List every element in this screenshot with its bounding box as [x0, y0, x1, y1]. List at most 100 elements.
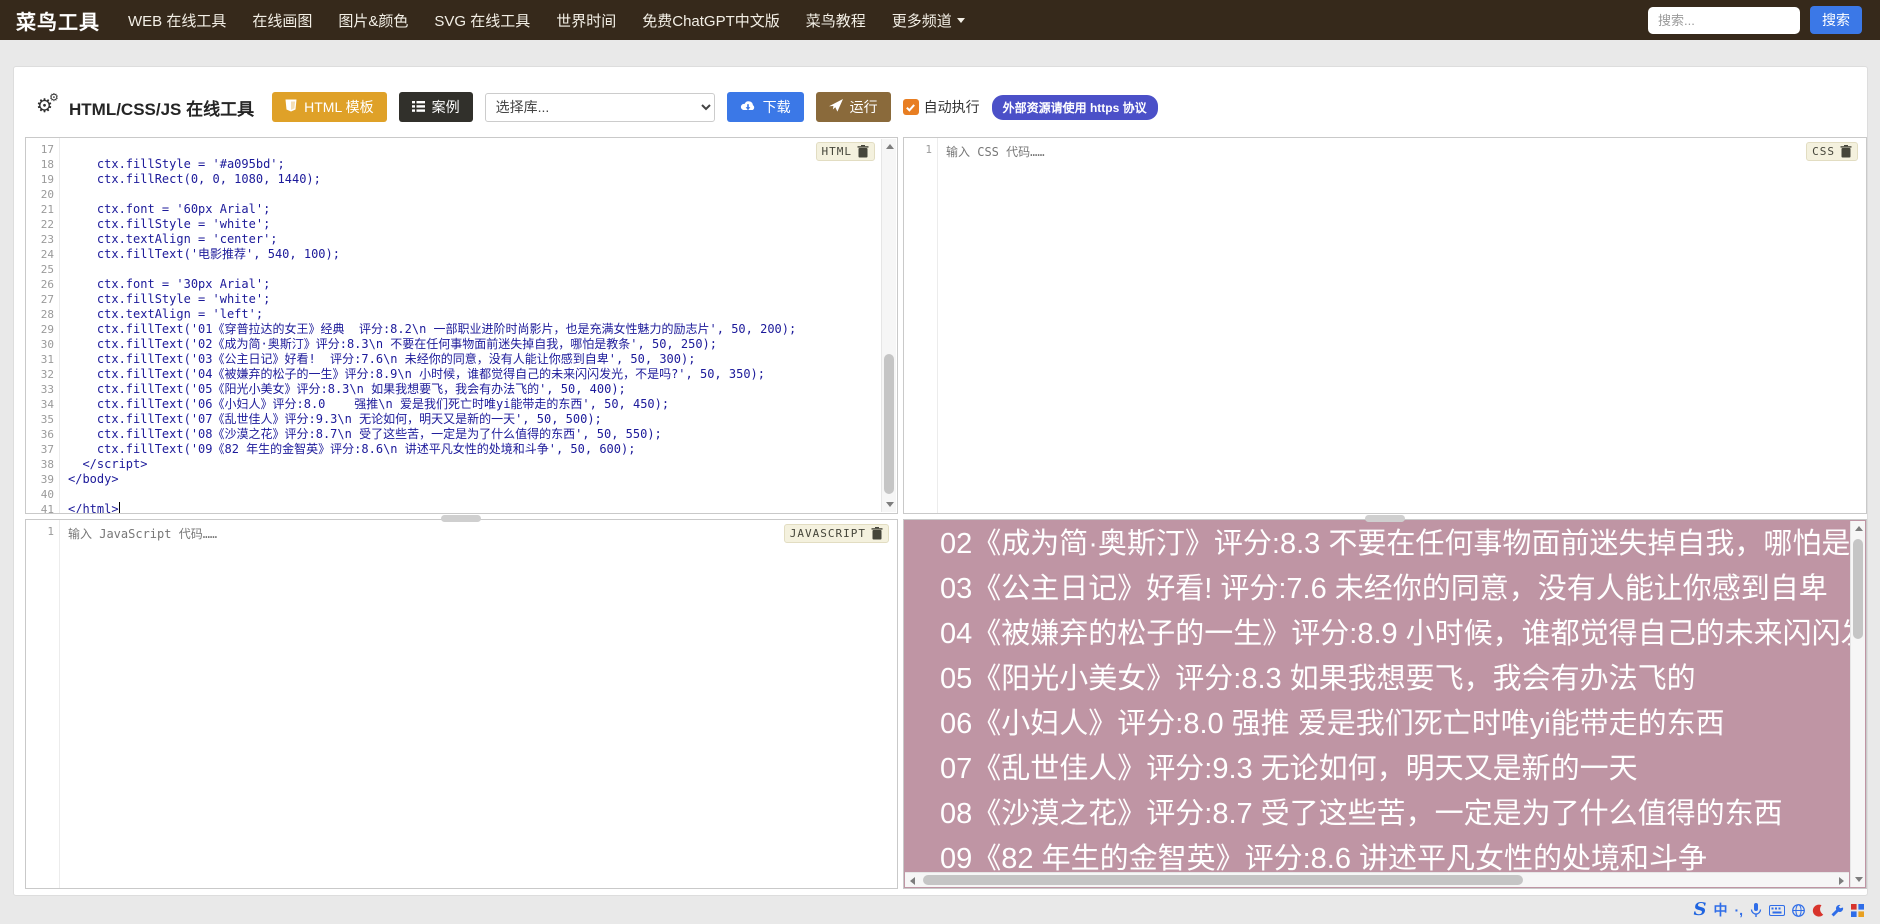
site-logo[interactable]: 菜鸟工具	[16, 6, 100, 35]
auto-run-checkbox[interactable]	[902, 99, 919, 115]
preview-text-line: 08《沙漠之花》评分:8.7 受了这些苦，一定是为了什么值得的东西	[940, 798, 1783, 830]
code-line: ctx.fillText('04《被嫌弃的松子的一生》评分:8.9\n 小时候，…	[68, 367, 765, 381]
nav-menu: WEB 在线工具 在线画图 图片&颜色 SVG 在线工具 世界时间 免费ChatGPT中文…	[128, 10, 1648, 31]
keyboard-icon[interactable]	[1769, 904, 1785, 916]
preview-pane: 02《成为简·奥斯汀》评分:8.3 不要在任何事物面前迷失掉自我，哪怕是教条 03…	[903, 519, 1867, 889]
nav-search: 搜索	[1648, 6, 1862, 34]
ime-punctuation-toggle[interactable]: ·,	[1734, 900, 1743, 920]
search-input[interactable]	[1648, 6, 1800, 34]
scroll-down-arrow[interactable]	[1851, 872, 1866, 887]
scroll-up-arrow[interactable]	[1851, 521, 1866, 536]
js-placeholder: 输入 JavaScript 代码……	[68, 527, 218, 541]
caret-down-icon	[956, 17, 965, 23]
css-placeholder: 输入 CSS 代码……	[946, 145, 1045, 159]
html-pane-chip: HTML	[815, 142, 875, 161]
html-editor-scrollbar[interactable]	[881, 139, 896, 512]
scroll-left-arrow[interactable]	[905, 873, 920, 888]
scrollbar-thumb[interactable]	[884, 354, 894, 494]
nav-item-5[interactable]: 免费ChatGPT中文版	[642, 10, 780, 31]
preview-canvas: 02《成为简·奥斯汀》评分:8.3 不要在任何事物面前迷失掉自我，哪怕是教条 03…	[904, 520, 1850, 872]
trash-icon[interactable]	[1840, 145, 1852, 158]
preview-text-line: 04《被嫌弃的松子的一生》评分:8.9 小时候，谁都觉得自己的未来闪闪发光，不是…	[940, 618, 1850, 650]
preview-text-line: 06《小妇人》评分:8.0 强推 爱是我们死亡时唯yi能带走的东西	[940, 708, 1725, 740]
code-line: ctx.font = '60px Arial';	[68, 202, 271, 216]
ime-language-toggle[interactable]: 中	[1713, 900, 1727, 920]
microphone-icon[interactable]	[1750, 902, 1762, 918]
code-line: ctx.fillText('06《小妇人》评分:8.0 强推\n 爱是我们死亡时…	[68, 397, 670, 411]
toolbar: ⚙ ⚙ HTML/CSS/JS 在线工具 HTML 模板 案例 选择库... 下载	[36, 91, 1158, 123]
https-protocol-badge: 外部资源请使用 https 协议	[991, 94, 1158, 120]
splitter-handle[interactable]	[1365, 515, 1405, 522]
cloud-download-icon	[740, 99, 756, 115]
html-code[interactable]: ctx.fillStyle = '#a095bd'; ctx.fillRect(…	[68, 142, 879, 513]
moon-icon[interactable]	[1812, 904, 1824, 917]
js-pane-label: JAVASCRIPT	[789, 527, 866, 540]
download-button[interactable]: 下载	[726, 92, 804, 122]
scroll-down-arrow[interactable]	[882, 497, 897, 512]
code-line: ctx.textAlign = 'center';	[68, 232, 278, 246]
trash-icon[interactable]	[857, 145, 869, 158]
top-navbar: 菜鸟工具 WEB 在线工具 在线画图 图片&颜色 SVG 在线工具 世界时间 免费Chat…	[0, 0, 1880, 40]
text-cursor	[118, 502, 120, 513]
scroll-right-arrow[interactable]	[1834, 873, 1849, 888]
preview-text-line: 02《成为简·奥斯汀》评分:8.3 不要在任何事物面前迷失掉自我，哪怕是教条	[940, 528, 1850, 560]
search-button[interactable]: 搜索	[1810, 6, 1862, 34]
sogou-logo-icon[interactable]: S	[1693, 900, 1706, 920]
trash-icon[interactable]	[871, 527, 883, 540]
code-line: ctx.fillText('07《乱世佳人》评分:9.3\n 无论如何，明天又是…	[68, 412, 602, 426]
preview-vertical-scrollbar[interactable]	[1850, 521, 1865, 887]
code-line: </html>	[68, 502, 120, 513]
code-line: ctx.fillText('02《成为简·奥斯汀》评分:8.3\n 不要在任何事…	[68, 337, 717, 351]
code-line: ctx.fillText('09《82 年生的金智英》评分:8.6\n 讲述平凡…	[68, 442, 636, 456]
js-line-number: 1	[47, 525, 54, 538]
auto-run-label: 自动执行	[923, 99, 980, 115]
code-line: </script>	[68, 457, 148, 471]
nav-item-7[interactable]: 更多频道	[892, 10, 965, 31]
nav-item-2[interactable]: 图片&颜色	[338, 10, 408, 31]
css-pane-label: CSS	[1812, 145, 1835, 158]
paper-plane-icon	[828, 99, 843, 115]
page-title: HTML/CSS/JS 在线工具	[69, 99, 255, 119]
code-line: ctx.fillText('05《阳光小美女》评分:8.3\n 如果我想要飞，我…	[68, 382, 626, 396]
gear-icon: ⚙ ⚙	[36, 92, 59, 117]
code-line: </body>	[68, 472, 119, 486]
code-line: ctx.fillText('03《公主日记》好看! 评分:7.6\n 未经你的同…	[68, 352, 696, 366]
scrollbar-thumb[interactable]	[1853, 539, 1863, 639]
editor-panel: ⚙ ⚙ HTML/CSS/JS 在线工具 HTML 模板 案例 选择库... 下载	[13, 66, 1868, 896]
html-editor-pane[interactable]: HTML 17 18 19 20 21 22 23 24 25 26 27 28 29 30 31 32 33 3…	[25, 137, 898, 516]
code-line: ctx.fillStyle = 'white';	[68, 217, 271, 231]
preview-horizontal-scrollbar[interactable]	[905, 872, 1849, 887]
wrench-icon[interactable]	[1831, 904, 1844, 917]
code-line: ctx.textAlign = 'left';	[68, 307, 264, 321]
grid-menu-icon[interactable]	[1851, 903, 1864, 917]
nav-item-4[interactable]: 世界时间	[556, 10, 616, 31]
html-line-numbers: 17 18 19 20 21 22 23 24 25 26 27 28 29 30 31 32 33 34 35 36…	[26, 138, 60, 516]
nav-item-6[interactable]: 菜鸟教程	[806, 10, 866, 31]
preview-text-line: 09《82 年生的金智英》评分:8.6 讲述平凡女性的处境和斗争	[940, 843, 1708, 872]
css-line-number: 1	[925, 143, 932, 156]
css-editor-pane[interactable]: CSS 1 输入 CSS 代码……	[903, 137, 1867, 514]
html-template-button[interactable]: HTML 模板	[272, 92, 387, 122]
auto-run-group: 自动执行	[902, 97, 980, 117]
preview-text-line: 05《阳光小美女》评分:8.3 如果我想要飞，我会有办法飞的	[940, 663, 1696, 695]
tool-title: ⚙ ⚙ HTML/CSS/JS 在线工具	[36, 92, 255, 120]
nav-item-3[interactable]: SVG 在线工具	[434, 10, 530, 31]
splitter-handle[interactable]	[441, 515, 481, 522]
preview-text-line: 07《乱世佳人》评分:9.3 无论如何，明天又是新的一天	[940, 753, 1638, 785]
code-line: ctx.fillStyle = 'white';	[68, 292, 271, 306]
nav-item-0[interactable]: WEB 在线工具	[128, 10, 226, 31]
library-select[interactable]: 选择库...	[484, 92, 715, 122]
examples-button[interactable]: 案例	[398, 92, 473, 122]
nav-item-1[interactable]: 在线画图	[252, 10, 312, 31]
html-pane-label: HTML	[821, 145, 852, 158]
run-button[interactable]: 运行	[815, 92, 891, 122]
code-line: ctx.fillRect(0, 0, 1080, 1440);	[68, 172, 321, 186]
html5-shield-icon	[285, 99, 297, 115]
scrollbar-thumb[interactable]	[923, 875, 1523, 885]
scroll-up-arrow[interactable]	[882, 139, 897, 154]
globe-icon[interactable]	[1792, 903, 1805, 917]
js-editor-pane[interactable]: JAVASCRIPT 1 输入 JavaScript 代码……	[25, 519, 898, 889]
